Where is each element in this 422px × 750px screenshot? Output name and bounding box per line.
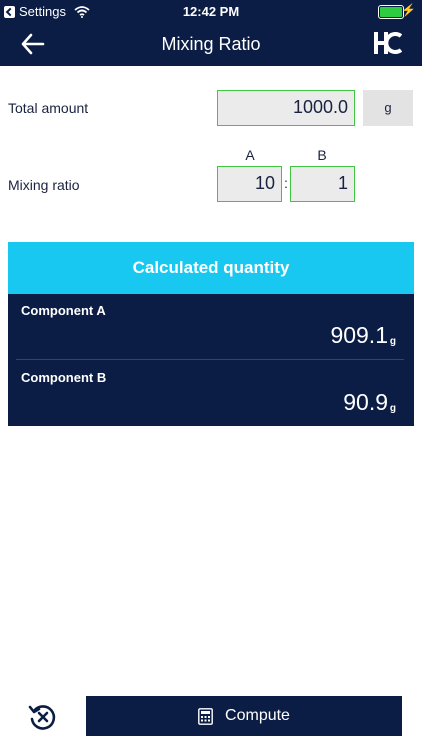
- charging-icon: ⚡: [401, 3, 416, 17]
- component-a-name: Component A: [21, 303, 106, 318]
- unit-selector[interactable]: g: [363, 90, 413, 126]
- ratio-separator: :: [284, 175, 288, 191]
- page-title: Mixing Ratio: [161, 34, 261, 54]
- header-bar: Settings 12:42 PM ⚡ Mixing Ratio: [0, 0, 422, 66]
- clock: 12:42 PM: [182, 4, 240, 19]
- brand-logo: [374, 32, 402, 54]
- column-b-header: B: [317, 147, 327, 163]
- reset-icon[interactable]: [28, 702, 58, 732]
- mixing-ratio-label: Mixing ratio: [8, 177, 80, 193]
- status-bar: Settings 12:42 PM ⚡: [0, 0, 422, 22]
- ratio-b-input[interactable]: 1: [290, 166, 355, 202]
- component-b-unit: g: [389, 403, 396, 414]
- column-a-header: A: [245, 147, 255, 163]
- component-a-unit: g: [389, 336, 396, 347]
- results-panel: Component A 909.1 g Component B 90.9 g: [8, 294, 414, 426]
- compute-button[interactable]: Compute: [86, 696, 402, 736]
- component-b-value: 90.9: [343, 389, 388, 415]
- total-amount-input[interactable]: 1000.0: [217, 90, 355, 126]
- calculated-quantity-header: Calculated quantity: [8, 242, 414, 294]
- total-amount-label: Total amount: [8, 100, 89, 116]
- results-divider: [16, 359, 404, 360]
- component-a-value: 909.1: [330, 322, 388, 348]
- compute-label: Compute: [225, 707, 290, 724]
- ratio-a-input[interactable]: 10: [217, 166, 282, 202]
- nav-bar: Mixing Ratio: [0, 22, 422, 66]
- component-b-name: Component B: [21, 370, 107, 385]
- calculator-icon: [198, 707, 213, 725]
